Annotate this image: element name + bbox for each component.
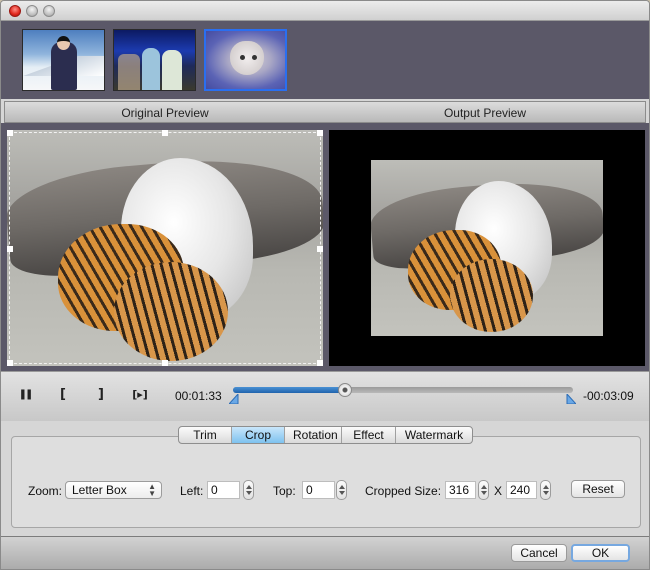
tab-trim[interactable]: Trim — [179, 427, 232, 443]
remaining-time: -00:03:09 — [583, 389, 634, 403]
left-label: Left: — [180, 484, 204, 498]
tab-effect[interactable]: Effect — [342, 427, 396, 443]
top-offset-input[interactable]: 0 — [302, 481, 335, 499]
crop-handle-left[interactable] — [7, 246, 13, 252]
bride-graphic — [162, 50, 182, 90]
preview-header: Original Preview Output Preview — [4, 101, 646, 123]
zoom-label: Zoom: — [28, 484, 63, 498]
left-offset-input[interactable]: 0 — [207, 481, 240, 499]
video-thumbnail-strip — [1, 21, 649, 99]
size-separator-label: X — [494, 484, 503, 498]
crop-width-stepper[interactable] — [478, 480, 489, 500]
thumbnail-skier-video[interactable] — [22, 29, 105, 91]
end-marker-icon[interactable] — [566, 394, 576, 404]
stepper-up-icon[interactable] — [339, 485, 345, 489]
tab-watermark[interactable]: Watermark — [396, 427, 472, 443]
reset-button[interactable]: Reset — [571, 480, 625, 498]
crop-handle-top[interactable] — [162, 130, 168, 136]
cancel-button[interactable]: Cancel — [511, 544, 567, 562]
preview-area — [1, 123, 649, 371]
original-preview-label: Original Preview — [121, 106, 209, 120]
thumbnail-kitten-video[interactable] — [204, 29, 287, 91]
thumbnail-wedding-video[interactable] — [113, 29, 196, 91]
dialog-footer: Cancel OK — [1, 536, 649, 569]
crowd-graphic — [118, 54, 140, 90]
output-preview-label: Output Preview — [443, 106, 527, 120]
crop-handle-right[interactable] — [317, 246, 323, 252]
crop-handle-bottom[interactable] — [162, 360, 168, 366]
stepper-down-icon[interactable] — [481, 491, 487, 495]
video-editor-window: Original Preview Output Preview ❚❚ [] [… — [0, 0, 650, 570]
stepper-down-icon[interactable] — [246, 491, 252, 495]
zoom-select[interactable]: Letter Box ▲ ▼ — [65, 481, 162, 499]
stepper-up-icon[interactable] — [543, 485, 549, 489]
ok-button[interactable]: OK — [571, 544, 630, 562]
mark-out-icon[interactable]: ] — [95, 387, 107, 403]
timeline-knob[interactable] — [338, 383, 353, 397]
crop-handle-top-right[interactable] — [317, 130, 323, 136]
kitten-graphic — [230, 41, 264, 75]
groom-graphic — [142, 48, 160, 90]
crop-height-input[interactable]: 240 — [506, 481, 537, 499]
crop-frame[interactable] — [7, 130, 323, 366]
timeline-slider[interactable] — [233, 383, 573, 397]
output-preview — [329, 130, 645, 366]
play-segment-icon[interactable]: [▸] — [129, 387, 151, 403]
top-offset-stepper[interactable] — [336, 480, 347, 500]
zoom-window-button[interactable] — [43, 5, 55, 17]
tab-rotation[interactable]: Rotation — [285, 427, 342, 443]
title-bar — [1, 1, 649, 21]
start-marker-icon[interactable] — [229, 394, 239, 404]
original-preview — [7, 130, 323, 366]
output-video-frame — [371, 160, 603, 336]
skier-head-graphic — [57, 36, 70, 50]
playback-controls: ❚❚ [ ] [▸] 00:01:33 -00:03:09 — [1, 371, 649, 421]
crop-width-input[interactable]: 316 — [445, 481, 476, 499]
stepper-up-icon[interactable] — [246, 485, 252, 489]
edit-tabs: Trim Crop Rotation Effect Watermark — [178, 426, 473, 444]
mark-in-icon[interactable]: [ — [57, 387, 69, 403]
close-window-button[interactable] — [9, 5, 21, 17]
left-offset-stepper[interactable] — [243, 480, 254, 500]
minimize-window-button[interactable] — [26, 5, 38, 17]
kitten-eye-right — [252, 55, 257, 60]
crop-height-stepper[interactable] — [540, 480, 551, 500]
cropped-size-label: Cropped Size: — [365, 484, 442, 498]
top-label: Top: — [273, 484, 296, 498]
crop-handle-bottom-right[interactable] — [317, 360, 323, 366]
pause-icon[interactable]: ❚❚ — [16, 387, 34, 403]
elapsed-time: 00:01:33 — [175, 389, 222, 403]
stepper-up-icon[interactable] — [481, 485, 487, 489]
crop-handle-bottom-left[interactable] — [7, 360, 13, 366]
video-frame — [371, 160, 603, 336]
kitten-eye-left — [240, 55, 245, 60]
zoom-select-value: Letter Box — [72, 483, 127, 497]
stepper-down-icon[interactable] — [339, 491, 345, 495]
select-arrows-icon: ▲ ▼ — [148, 482, 156, 498]
timeline-progress — [233, 387, 346, 393]
orange-tiger-body-graphic — [449, 258, 534, 333]
stepper-down-icon[interactable] — [543, 491, 549, 495]
tab-crop[interactable]: Crop — [232, 427, 285, 443]
crop-handle-top-left[interactable] — [7, 130, 13, 136]
